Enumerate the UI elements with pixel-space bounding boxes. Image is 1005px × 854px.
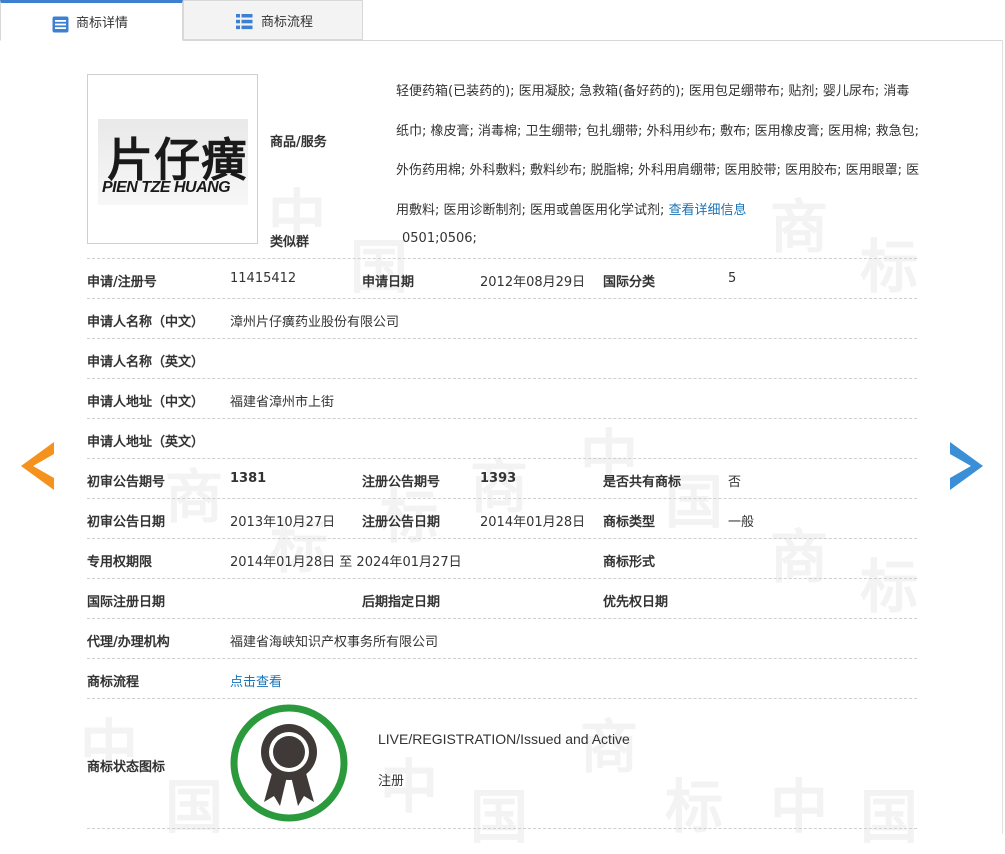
- tm-type-label: 商标类型: [603, 515, 656, 530]
- prelim-no-label: 初审公告期号: [87, 475, 166, 490]
- row-divider: [87, 538, 917, 539]
- watermark-char: 国: [165, 773, 226, 841]
- status-icon-label: 商标状态图标: [87, 760, 166, 775]
- row-divider: [87, 298, 917, 299]
- watermark-char: 国: [860, 783, 921, 851]
- process-link[interactable]: 点击查看: [230, 671, 282, 690]
- priority-date-label: 优先权日期: [603, 595, 669, 610]
- exclusive-period-value: 2014年01月28日 至 2024年01月27日: [230, 555, 462, 570]
- row-divider: [87, 378, 917, 379]
- address-cn-label: 申请人地址（中文）: [87, 395, 205, 410]
- document-list-icon: [52, 16, 69, 33]
- status-cn: 注册: [378, 774, 405, 789]
- watermark-char: 国: [665, 468, 726, 536]
- goods-text: 轻便药箱(已装药的); 医用凝胶; 急救箱(备好药的); 医用包足绷带布; 贴剂…: [396, 84, 920, 218]
- row-divider: [87, 338, 917, 339]
- shared-label: 是否共有商标: [603, 475, 682, 490]
- view-details-link[interactable]: 查看详细信息: [669, 203, 747, 218]
- goods-list: 轻便药箱(已装药的); 医用凝胶; 急救箱(备好药的); 医用包足绷带布; 贴剂…: [396, 72, 920, 230]
- watermark-char: 中: [770, 773, 831, 841]
- tab-bar: 商标详情 商标流程: [0, 0, 1005, 41]
- row-divider: [87, 618, 917, 619]
- watermark-char: 标: [860, 233, 921, 301]
- watermark-char: 商: [165, 463, 226, 531]
- reg-ann-no-value: 1393: [480, 471, 517, 486]
- row-divider: [87, 698, 917, 699]
- watermark-char: 国: [350, 233, 411, 301]
- list-icon: [236, 14, 253, 30]
- applicant-cn-value: 漳州片仔癀药业股份有限公司: [230, 315, 400, 330]
- row-divider: [87, 828, 917, 829]
- intl-reg-date-label: 国际注册日期: [87, 595, 166, 610]
- apply-date-label: 申请日期: [362, 275, 415, 290]
- row-divider: [87, 258, 917, 259]
- tab-trademark-process[interactable]: 商标流程: [183, 0, 363, 40]
- reg-ann-date-label: 注册公告日期: [362, 515, 441, 530]
- goods-label: 商品/服务: [270, 135, 327, 150]
- award-ribbon-icon: [230, 704, 348, 822]
- apply-date-value: 2012年08月29日: [480, 275, 586, 290]
- reg-no-label: 申请/注册号: [87, 275, 157, 290]
- row-divider: [87, 498, 917, 499]
- applicant-en-label: 申请人名称（英文）: [87, 355, 205, 370]
- tm-form-label: 商标形式: [603, 555, 656, 570]
- watermark-char: 国: [470, 783, 531, 851]
- reg-ann-date-value: 2014年01月28日: [480, 515, 586, 530]
- similar-group-value: 0501;0506;: [402, 231, 477, 246]
- similar-group-label: 类似群: [270, 235, 310, 250]
- row-divider: [87, 658, 917, 659]
- watermark-char: 标: [860, 553, 921, 621]
- prelim-date-label: 初审公告日期: [87, 515, 166, 530]
- tab-label: 商标详情: [76, 16, 129, 31]
- row-divider: [87, 458, 917, 459]
- process-label: 商标流程: [87, 675, 140, 690]
- status-en: LIVE/REGISTRATION/Issued and Active: [378, 731, 630, 747]
- row-divider: [87, 418, 917, 419]
- intl-class-label: 国际分类: [603, 275, 656, 290]
- tm-type-value: 一般: [728, 515, 755, 530]
- intl-class-value: 5: [728, 271, 737, 286]
- trademark-logo-en: PIEN TZE HUANG: [102, 179, 231, 196]
- agent-label: 代理/办理机构: [87, 635, 170, 650]
- reg-no-value: 11415412: [230, 271, 297, 286]
- address-cn-value: 福建省漳州市上街: [230, 395, 335, 410]
- reg-ann-no-label: 注册公告期号: [362, 475, 441, 490]
- exclusive-period-label: 专用权期限: [87, 555, 153, 570]
- tab-label: 商标流程: [261, 14, 314, 30]
- later-designation-label: 后期指定日期: [362, 595, 441, 610]
- next-arrow-cutout: [950, 454, 971, 478]
- previous-arrow-cutout: [33, 454, 54, 478]
- agent-value: 福建省海峡知识产权事务所有限公司: [230, 635, 439, 650]
- address-en-label: 申请人地址（英文）: [87, 435, 205, 450]
- prelim-no-value: 1381: [230, 471, 267, 486]
- prelim-date-value: 2013年10月27日: [230, 515, 336, 530]
- applicant-cn-label: 申请人名称（中文）: [87, 315, 205, 330]
- watermark-char: 商: [770, 523, 831, 591]
- trademark-image: 片仔癀 PIEN TZE HUANG: [87, 74, 258, 244]
- frame-border: [1002, 40, 1003, 834]
- tab-trademark-detail[interactable]: 商标详情: [0, 0, 183, 41]
- shared-value: 否: [728, 475, 742, 490]
- watermark-char: 标: [665, 773, 726, 841]
- row-divider: [87, 578, 917, 579]
- trademark-logo: 片仔癀 PIEN TZE HUANG: [98, 119, 248, 205]
